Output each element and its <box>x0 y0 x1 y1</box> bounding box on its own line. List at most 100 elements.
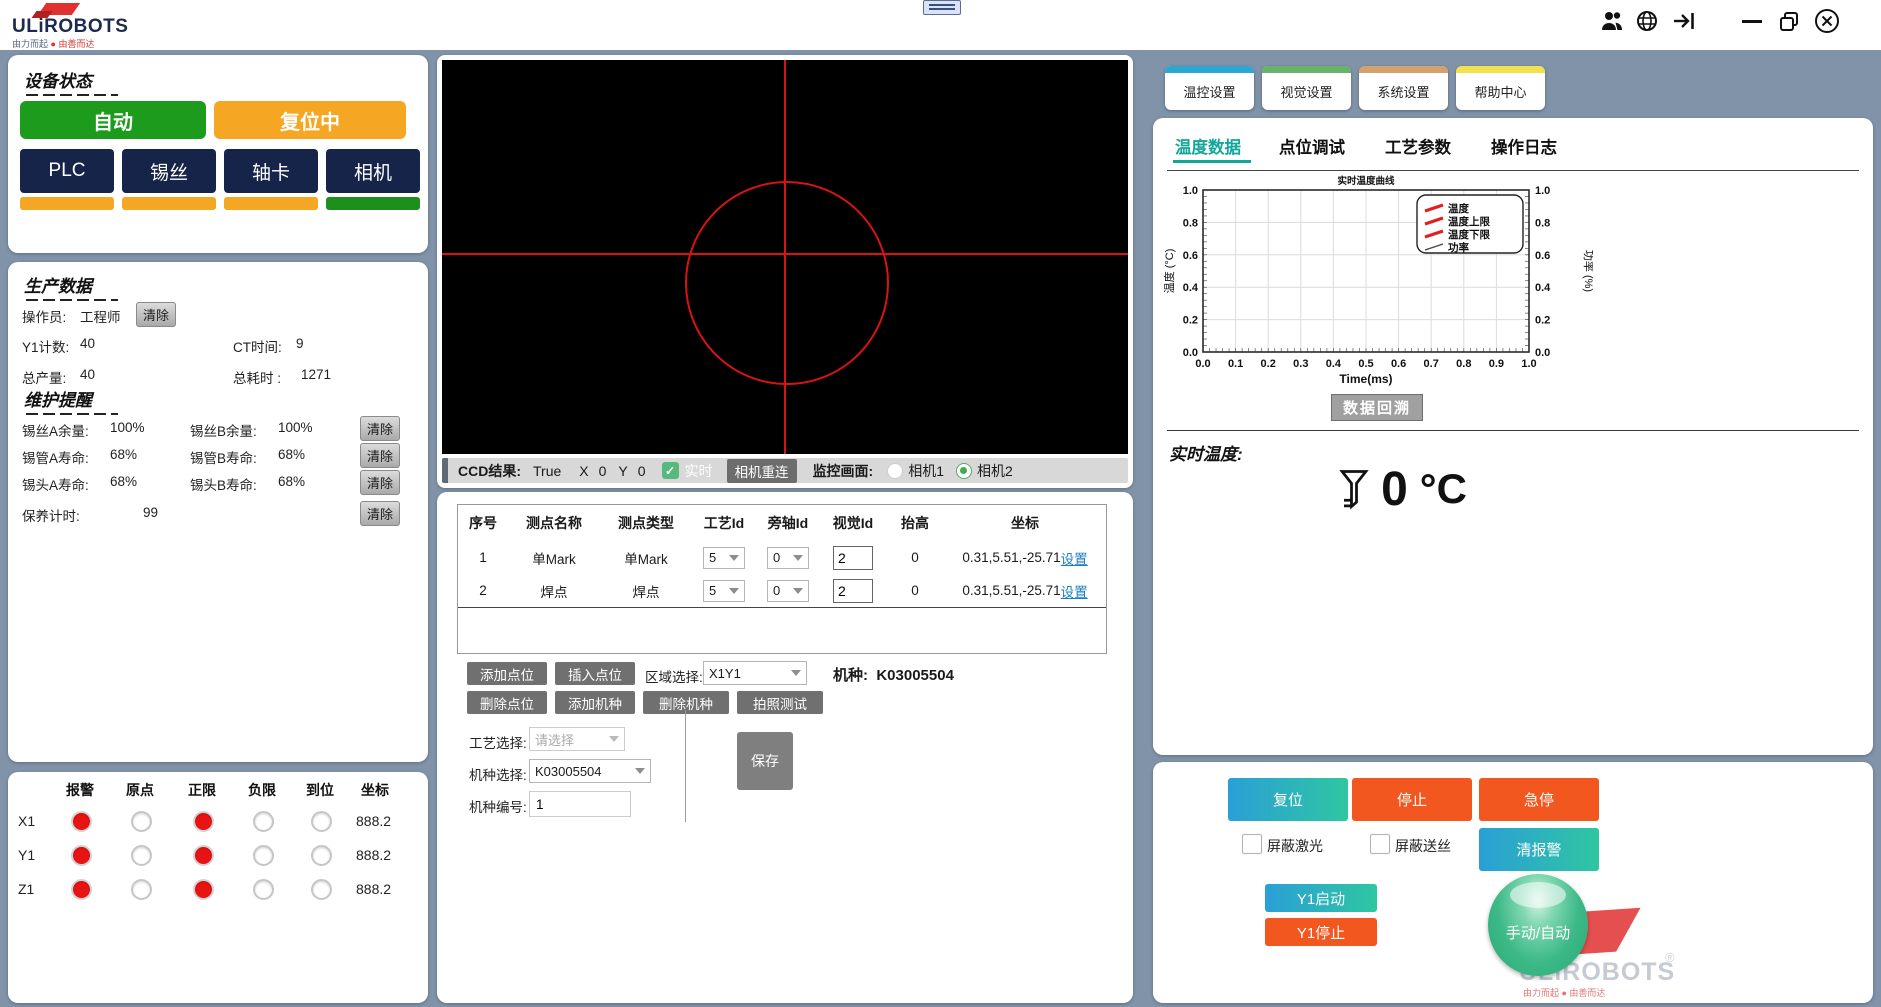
camera2-radio[interactable] <box>956 463 972 479</box>
chevron-down-icon <box>635 768 645 774</box>
svg-text:功率: 功率 <box>1448 241 1470 254</box>
set-coordinate-link[interactable]: 设置 <box>1061 581 1088 601</box>
module-solder-wire-status-bar <box>122 197 216 210</box>
tube-b-value: 68% <box>278 447 305 462</box>
process-select-dropdown[interactable]: 请选择 <box>529 727 625 751</box>
globe-icon[interactable] <box>1636 10 1658 37</box>
tip-a-label: 锡头A寿命: <box>22 474 89 494</box>
stop-button[interactable]: 停止 <box>1352 778 1472 821</box>
svg-text:1.0: 1.0 <box>1183 185 1198 197</box>
add-model-button[interactable]: 添加机种 <box>555 691 635 714</box>
realtime-checkbox[interactable]: ✓ <box>662 462 679 479</box>
section-divider <box>1167 430 1859 431</box>
vision-id-input[interactable] <box>833 546 873 570</box>
col-header-in-position: 到位 <box>298 780 342 800</box>
cell-coordinate: 0.31,5.51,-25.71 <box>962 583 1060 598</box>
cell-type: 单Mark <box>600 548 692 568</box>
process-id-dropdown[interactable]: 5 <box>703 547 745 569</box>
model-number-input[interactable] <box>529 791 631 817</box>
model-value: K03005504 <box>876 667 954 684</box>
restore-window-icon[interactable] <box>1778 10 1800 37</box>
col-header-negative-limit: 负限 <box>240 780 284 800</box>
module-camera-button[interactable]: 相机 <box>326 149 420 193</box>
system-settings-button[interactable]: 系统设置 <box>1359 66 1448 110</box>
camera-view[interactable] <box>442 60 1128 454</box>
vision-id-input[interactable] <box>833 579 873 603</box>
status-led-in-position <box>311 811 332 832</box>
axis-label: Z1 <box>18 881 34 897</box>
mask-wire-feed-checkbox[interactable] <box>1370 834 1390 854</box>
camera-reconnect-button[interactable]: 相机重连 <box>727 459 797 483</box>
data-backtrack-button[interactable]: 数据回溯 <box>1331 394 1423 421</box>
device-status-panel: 设备状态 自动 复位中 PLC 锡丝 轴卡 相机 <box>8 55 428 253</box>
tab-process-params[interactable]: 工艺参数 <box>1385 134 1451 158</box>
minimized-window-icon[interactable] <box>923 0 961 15</box>
funnel-filter-icon <box>1339 468 1369 510</box>
module-solder-wire-button[interactable]: 锡丝 <box>122 149 216 193</box>
vision-settings-button[interactable]: 视觉设置 <box>1262 66 1351 110</box>
y1-start-button[interactable]: Y1启动 <box>1265 884 1377 912</box>
mode-auto-button[interactable]: 自动 <box>20 101 206 139</box>
process-id-dropdown[interactable]: 5 <box>703 580 745 602</box>
axis-coordinate: 888.2 <box>356 847 391 863</box>
total-elapsed-value: 1271 <box>301 367 331 382</box>
emergency-stop-button[interactable]: 急停 <box>1479 778 1599 821</box>
module-camera-status-bar <box>326 197 420 210</box>
maintenance-timer-label: 保养计时: <box>22 505 80 525</box>
y1-stop-button[interactable]: Y1停止 <box>1265 918 1377 946</box>
logo-text: ULiROBOTS <box>12 16 128 38</box>
model-select-dropdown[interactable]: K03005504 <box>529 759 651 783</box>
axis-status-panel: 报警 原点 正限 负限 到位 坐标 X1 888.2 Y1 888.2 Z1 8… <box>8 772 428 1003</box>
col-side-axis-id: 旁轴Id <box>756 513 820 533</box>
clear-alarm-button[interactable]: 清报警 <box>1479 828 1599 871</box>
svg-text:Time(ms): Time(ms) <box>1339 372 1392 386</box>
mask-laser-checkbox[interactable] <box>1242 834 1262 854</box>
col-coordinate: 坐标 <box>944 513 1106 533</box>
tab-temperature-data[interactable]: 温度数据 <box>1175 134 1241 158</box>
chevron-down-icon <box>729 588 739 594</box>
wire-b-label: 锡丝B余量: <box>190 420 257 440</box>
close-icon[interactable] <box>1814 8 1840 39</box>
set-coordinate-link[interactable]: 设置 <box>1061 548 1088 568</box>
module-axis-card-button[interactable]: 轴卡 <box>224 149 318 193</box>
users-icon[interactable] <box>1600 10 1624 37</box>
save-button[interactable]: 保存 <box>737 732 793 790</box>
delete-point-button[interactable]: 删除点位 <box>467 691 547 714</box>
camera2-label: 相机2 <box>977 461 1013 481</box>
reset-button[interactable]: 复位 <box>1228 778 1348 821</box>
mode-resetting-button[interactable]: 复位中 <box>214 101 406 139</box>
camera1-label: 相机1 <box>908 461 944 481</box>
add-point-button[interactable]: 添加点位 <box>467 662 547 685</box>
clear-tip-button[interactable]: 清除 <box>360 470 400 495</box>
insert-point-button[interactable]: 插入点位 <box>555 662 635 685</box>
side-axis-id-dropdown[interactable]: 0 <box>767 580 809 602</box>
ccd-x-value: 0 <box>599 463 607 479</box>
title-bar: ULiROBOTS 由力而起 ● 由善而达 <box>0 0 1881 50</box>
tab-point-debug[interactable]: 点位调试 <box>1279 134 1345 158</box>
svg-text:1.0: 1.0 <box>1535 185 1550 197</box>
camera-panel: CCD结果: True X 0 Y 0 ✓ 实时 相机重连 监控画面: 相机1 … <box>437 55 1133 488</box>
help-center-button[interactable]: 帮助中心 <box>1456 66 1545 110</box>
manual-auto-button[interactable]: 手动/自动 <box>1488 874 1588 976</box>
photo-test-button[interactable]: 拍照测试 <box>737 691 823 714</box>
clear-operator-button[interactable]: 清除 <box>136 302 176 327</box>
temp-control-settings-button[interactable]: 温控设置 <box>1165 66 1254 110</box>
tab-operation-log[interactable]: 操作日志 <box>1491 134 1557 158</box>
title-underline <box>26 299 118 301</box>
delete-model-button[interactable]: 删除机种 <box>643 691 729 714</box>
side-axis-id-dropdown[interactable]: 0 <box>767 547 809 569</box>
region-select-dropdown[interactable]: X1Y1 <box>703 661 807 685</box>
watermark-tagline: 由力而起 ● 由善而达 <box>1523 986 1605 999</box>
svg-text:0.1: 0.1 <box>1228 358 1243 370</box>
clear-tube-button[interactable]: 清除 <box>360 443 400 468</box>
clear-timer-button[interactable]: 清除 <box>360 501 400 526</box>
chevron-down-icon <box>791 670 801 676</box>
cell-lift: 0 <box>886 583 944 598</box>
clear-wire-button[interactable]: 清除 <box>360 416 400 441</box>
minimize-icon[interactable] <box>1742 20 1762 23</box>
exit-login-icon[interactable] <box>1672 10 1696 37</box>
camera1-radio[interactable] <box>887 463 903 479</box>
maintenance-timer-value: 99 <box>143 505 158 520</box>
module-plc-button[interactable]: PLC <box>20 149 114 193</box>
tab-divider <box>1167 170 1859 171</box>
